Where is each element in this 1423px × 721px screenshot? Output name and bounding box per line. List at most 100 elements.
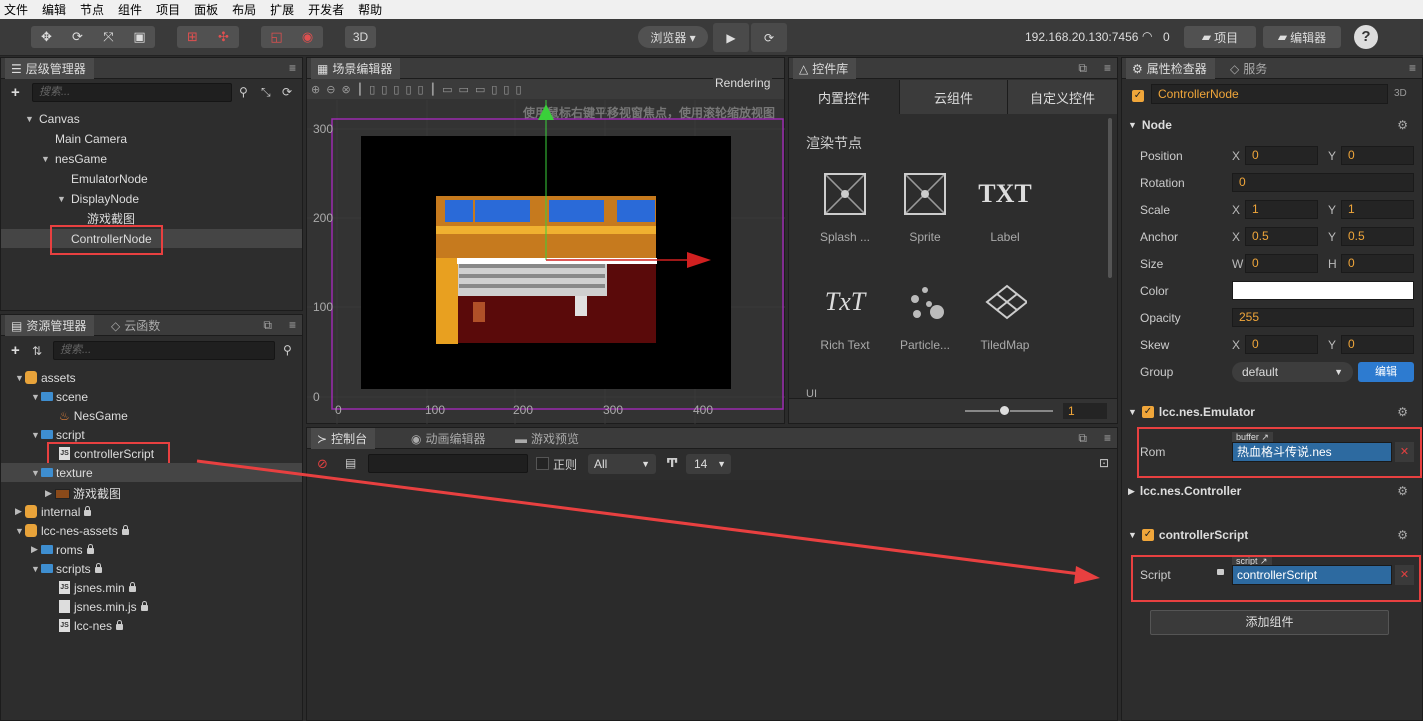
add-asset-icon[interactable]: + [11, 342, 20, 359]
tab-hierarchy[interactable]: ☰ 层级管理器 [5, 58, 94, 79]
collapse-icon[interactable]: ⤡ [261, 85, 271, 100]
opacity-input[interactable]: 255 [1232, 308, 1414, 327]
add-component-button[interactable]: 添加组件 [1150, 610, 1389, 635]
asset-jsnes-min[interactable]: JS jsnes.min [59, 578, 136, 597]
asset-texture[interactable]: ▼ texture [1, 463, 302, 482]
log-level-select[interactable]: All ▼ [588, 454, 656, 474]
tree-node-display[interactable]: ▼ DisplayNode [57, 189, 139, 208]
font-size-select[interactable]: 14 ▼ [686, 454, 731, 474]
tab-assets[interactable]: ▤ 资源管理器 [5, 315, 95, 336]
tree-node-main-camera[interactable]: Main Camera [55, 129, 127, 148]
open-editor-button[interactable]: ▰ 编辑器 [1263, 26, 1341, 48]
emulator-section-header[interactable]: ▼ ✓ lcc.nes.Emulator ⚙ [1122, 401, 1422, 423]
asset-assets[interactable]: ▼ assets [15, 368, 76, 387]
skew-y-input[interactable]: 0 [1341, 335, 1414, 354]
panel-menu-icon[interactable]: ≡ [1409, 61, 1416, 75]
node-section-header[interactable]: ▼ Node ⚙ [1122, 114, 1422, 136]
check-icon[interactable]: ✓ [1141, 406, 1154, 418]
asset-lcc-nes-assets[interactable]: ▼ lcc-nes-assets [15, 521, 129, 540]
y-arrow-icon[interactable] [538, 104, 554, 120]
gear-icon[interactable]: ⚙ [1397, 484, 1408, 498]
asset-scene[interactable]: ▼ scene [31, 387, 88, 406]
tree-node-nesgame[interactable]: ▼ nesGame [41, 149, 107, 168]
control-splash[interactable]: Splash ... [810, 172, 880, 244]
asset-lcc-nes[interactable]: JS lcc-nes [59, 616, 124, 635]
scale-x-input[interactable]: 1 [1245, 200, 1318, 219]
anchor-y-input[interactable]: 0.5 [1341, 227, 1414, 246]
menu-component[interactable]: 组件 [118, 1, 142, 18]
tab-animation-editor[interactable]: ◉ 动画编辑器 [405, 428, 492, 449]
rendering-mode[interactable]: Rendering [713, 76, 773, 90]
tab-builtin-controls[interactable]: 内置控件 [789, 80, 899, 114]
help-icon[interactable]: ? [1354, 25, 1378, 49]
pivot-icon[interactable]: ⊞ [177, 26, 208, 48]
zoom-in-icon[interactable]: ⊕ [311, 83, 326, 96]
asset-nesgame[interactable]: ♨ NesGame [59, 406, 128, 425]
search-icon[interactable]: ⚲ [239, 85, 248, 99]
library-scrollbar[interactable] [1108, 118, 1112, 278]
control-label-node[interactable]: TXT Label [970, 172, 1040, 244]
zoom-slider-handle[interactable] [999, 405, 1010, 416]
tab-control-library[interactable]: △ 控件库 [793, 58, 857, 79]
asset-jsnes-min-js[interactable]: jsnes.min.js [59, 597, 148, 616]
gear-icon[interactable]: ⚙ [1397, 118, 1408, 132]
sort-icon[interactable]: ⇅ [32, 344, 42, 358]
panel-menu-icon[interactable]: ≡ [289, 318, 296, 332]
search-icon[interactable]: ⚲ [283, 343, 292, 357]
tab-scene-editor[interactable]: ▦ 场景编辑器 [311, 58, 401, 79]
popout-icon[interactable]: ⧉ [263, 318, 272, 333]
menu-file[interactable]: 文件 [4, 1, 28, 18]
world-icon[interactable]: ◉ [292, 26, 323, 48]
open-project-button[interactable]: ▰ 项目 [1184, 26, 1256, 48]
control-particle[interactable]: Particle... [890, 280, 960, 352]
gear-icon[interactable]: ⚙ [1397, 405, 1408, 419]
open-log-icon[interactable]: ▤ [345, 456, 356, 470]
script-section-header[interactable]: ▼ ✓ controllerScript ⚙ [1122, 524, 1422, 546]
size-h-input[interactable]: 0 [1341, 254, 1414, 273]
local-icon[interactable]: ✣ [208, 26, 239, 48]
refresh-icon[interactable]: ⟳ [282, 85, 292, 99]
menu-panel[interactable]: 面板 [194, 1, 218, 18]
menu-node[interactable]: 节点 [80, 1, 104, 18]
scale-y-input[interactable]: 1 [1341, 200, 1414, 219]
tab-game-preview[interactable]: ▬ 游戏预览 [509, 428, 585, 449]
skew-x-input[interactable]: 0 [1245, 335, 1318, 354]
tab-inspector[interactable]: ⚙ 属性检查器 [1126, 58, 1215, 79]
tab-services[interactable]: ◇ 服务 [1224, 58, 1273, 79]
rotation-input[interactable]: 0 [1232, 173, 1414, 192]
node-active-checkbox[interactable]: ✓ [1132, 87, 1149, 102]
controller-section-header[interactable]: ▶ lcc.nes.Controller ⚙ [1122, 480, 1422, 502]
asset-internal[interactable]: ▶ internal [15, 502, 92, 521]
color-swatch[interactable] [1232, 281, 1414, 300]
tab-custom-controls[interactable]: 自定义控件 [1007, 80, 1117, 114]
panel-menu-icon[interactable]: ≡ [289, 61, 296, 75]
snap-icon[interactable]: ◱ [261, 26, 292, 48]
tab-cloud-functions[interactable]: ◇ 云函数 [105, 315, 166, 336]
panel-menu-icon[interactable]: ≡ [1104, 61, 1111, 75]
asset-roms[interactable]: ▶ roms [31, 540, 94, 559]
align-icons[interactable]: ┃▯▯▯▯▯┃▭▭▭▯▯▯ [357, 83, 528, 96]
popout-icon[interactable]: ⧉ [1078, 431, 1087, 446]
play-button[interactable]: ▶ [713, 23, 749, 52]
scene-viewport[interactable]: 300 200 100 0 0 100 200 300 400 [307, 100, 785, 424]
collapse-log-icon[interactable]: ⊡ [1099, 456, 1109, 470]
menu-project[interactable]: 项目 [156, 1, 180, 18]
browser-select[interactable]: 浏览器 ▾ [638, 26, 708, 48]
menu-layout[interactable]: 布局 [232, 1, 256, 18]
zoom-reset-icon[interactable]: ⊗ [341, 83, 356, 96]
edit-group-button[interactable]: 编辑 [1358, 362, 1414, 382]
size-w-input[interactable]: 0 [1245, 254, 1318, 273]
rect-tool-icon[interactable]: ▣ [124, 26, 155, 48]
tree-node-emulator[interactable]: EmulatorNode [71, 169, 148, 188]
anchor-x-input[interactable]: 0.5 [1245, 227, 1318, 246]
gear-icon[interactable]: ⚙ [1397, 528, 1408, 542]
zoom-out-icon[interactable]: ⊖ [326, 83, 341, 96]
hierarchy-search-input[interactable]: 搜索... [32, 83, 232, 102]
control-rich-text[interactable]: TxT Rich Text [810, 280, 880, 352]
position-x-input[interactable]: 0 [1245, 146, 1318, 165]
check-icon[interactable]: ✓ [1141, 529, 1154, 541]
node-name-input[interactable]: ControllerNode [1151, 84, 1388, 104]
tab-cloud-components[interactable]: 云组件 [899, 80, 1007, 114]
asset-screenshot[interactable]: ▶ 游戏截图 [45, 484, 121, 503]
control-tiledmap[interactable]: TiledMap [970, 280, 1040, 352]
